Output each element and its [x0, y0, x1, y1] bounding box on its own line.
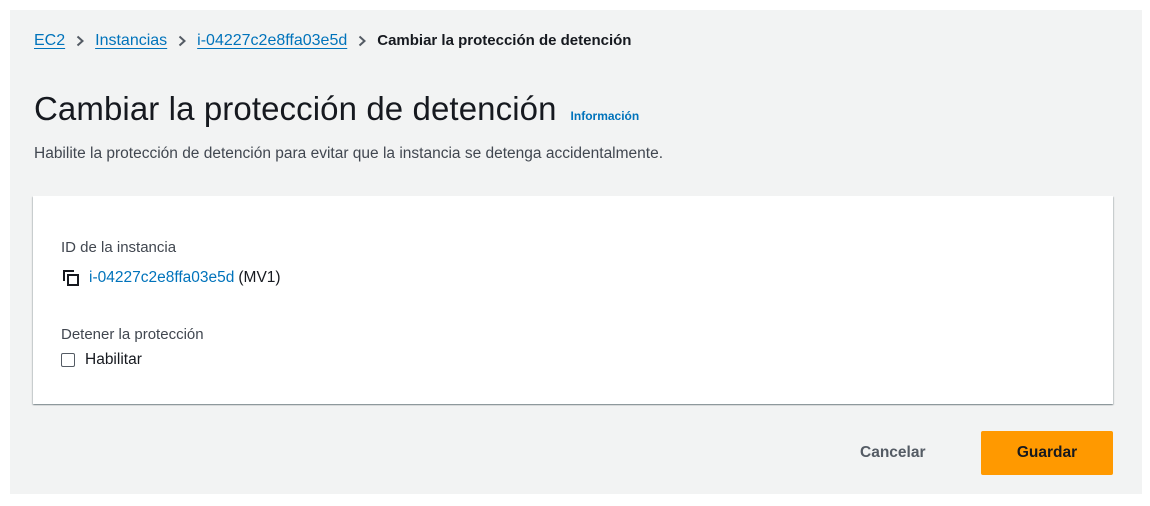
page-description: Habilite la protección de detención para… — [34, 145, 664, 162]
info-link[interactable]: Información — [571, 109, 640, 123]
save-button[interactable]: Guardar — [981, 431, 1113, 475]
chevron-right-icon — [347, 35, 377, 47]
page-title: Cambiar la protección de detención — [34, 90, 557, 127]
chevron-right-icon — [167, 35, 197, 47]
copy-icon[interactable] — [61, 267, 83, 289]
stop-protection-label: Detener la protección — [61, 326, 204, 343]
enable-checkbox[interactable] — [61, 353, 75, 367]
instance-id-link[interactable]: i-04227c2e8ffa03e5d — [89, 269, 234, 287]
cancel-button[interactable]: Cancelar — [846, 435, 939, 471]
enable-checkbox-label: Habilitar — [85, 351, 142, 368]
chevron-right-icon — [65, 35, 95, 47]
breadcrumb-ec2[interactable]: EC2 — [34, 31, 65, 51]
instance-id-label: ID de la instancia — [61, 239, 177, 256]
enable-checkbox-row[interactable]: Habilitar — [61, 351, 142, 369]
breadcrumb-instance-id[interactable]: i-04227c2e8ffa03e5d — [197, 31, 347, 51]
page-container: EC2 Instancias i-04227c2e8ffa03e5d Cambi… — [10, 10, 1142, 494]
title-row: Cambiar la protección de detención Infor… — [34, 90, 639, 128]
instance-id-value: i-04227c2e8ffa03e5d (MV1) — [61, 267, 281, 289]
instance-name: (MV1) — [238, 269, 281, 286]
settings-panel: ID de la instancia i-04227c2e8ffa03e5d (… — [33, 196, 1113, 404]
breadcrumb-instancias[interactable]: Instancias — [95, 31, 167, 51]
breadcrumb-current: Cambiar la protección de detención — [377, 32, 632, 49]
breadcrumb: EC2 Instancias i-04227c2e8ffa03e5d Cambi… — [34, 31, 631, 51]
